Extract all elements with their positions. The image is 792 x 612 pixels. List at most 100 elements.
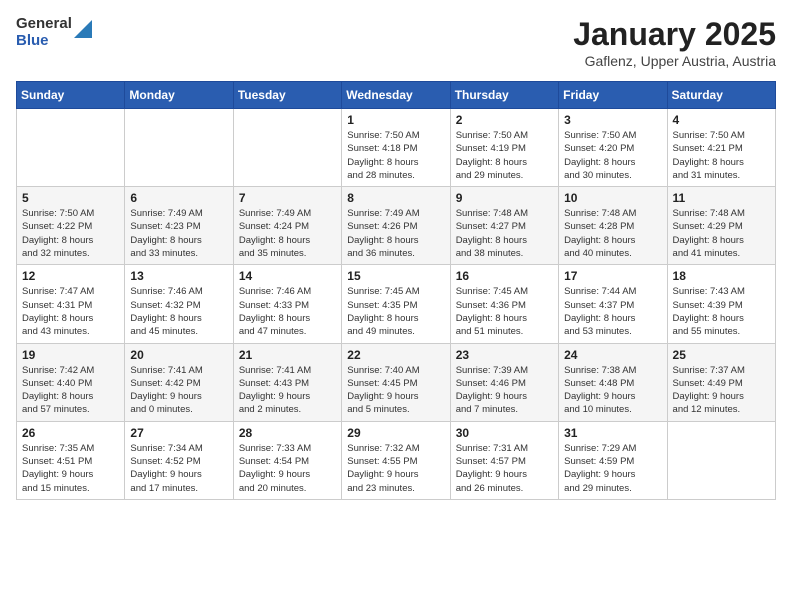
day-number: 30 [456,426,553,440]
day-number: 18 [673,269,770,283]
calendar-cell: 2 Sunrise: 7:50 AM Sunset: 4:19 PM Daylig… [450,109,558,187]
day-number: 6 [130,191,227,205]
day-number: 15 [347,269,444,283]
calendar-cell: 27Sunrise: 7:34 AM Sunset: 4:52 PM Dayli… [125,421,233,499]
day-number: 5 [22,191,119,205]
day-number: 14 [239,269,336,283]
calendar-cell: 26 Sunrise: 7:35 AM Sunset: 4:51 PM Dayli… [17,421,125,499]
day-number: 9 [456,191,553,205]
calendar-cell: 29Sunrise: 7:32 AM Sunset: 4:55 PM Dayli… [342,421,450,499]
calendar-cell [233,109,341,187]
day-number: 10 [564,191,661,205]
day-info: Sunrise: 7:48 AM Sunset: 4:29 PM Dayligh… [673,207,770,260]
calendar-header-row: SundayMondayTuesdayWednesdayThursdayFrid… [17,82,776,109]
day-number: 12 [22,269,119,283]
calendar-cell: 22 Sunrise: 7:40 AM Sunset: 4:45 PM Dayli… [342,343,450,421]
page-subtitle: Gaflenz, Upper Austria, Austria [573,53,776,69]
logo-blue: Blue [16,33,72,50]
day-number: 26 [22,426,119,440]
day-info: Sunrise: 7:46 AM Sunset: 4:32 PM Dayligh… [130,285,227,338]
calendar-cell: 1Sunrise: 7:50 AM Sunset: 4:18 PM Daylig… [342,109,450,187]
day-info: Sunrise: 7:37 AM Sunset: 4:49 PM Dayligh… [673,364,770,417]
day-number: 28 [239,426,336,440]
day-header-monday: Monday [125,82,233,109]
day-header-sunday: Sunday [17,82,125,109]
logo-general: General [16,16,72,33]
calendar-cell: 21 Sunrise: 7:41 AM Sunset: 4:43 PM Dayli… [233,343,341,421]
day-number: 11 [673,191,770,205]
calendar-cell: 14 Sunrise: 7:46 AM Sunset: 4:33 PM Dayli… [233,265,341,343]
day-number: 23 [456,348,553,362]
calendar-cell: 30Sunrise: 7:31 AM Sunset: 4:57 PM Dayli… [450,421,558,499]
day-info: Sunrise: 7:45 AM Sunset: 4:36 PM Dayligh… [456,285,553,338]
calendar-week-5: 26 Sunrise: 7:35 AM Sunset: 4:51 PM Dayli… [17,421,776,499]
calendar-cell: 31 Sunrise: 7:29 AM Sunset: 4:59 PM Dayli… [559,421,667,499]
calendar-cell: 4 Sunrise: 7:50 AM Sunset: 4:21 PM Daylig… [667,109,775,187]
day-number: 1 [347,113,444,127]
calendar-week-1: 1Sunrise: 7:50 AM Sunset: 4:18 PM Daylig… [17,109,776,187]
day-info: Sunrise: 7:49 AM Sunset: 4:26 PM Dayligh… [347,207,444,260]
calendar-cell [17,109,125,187]
day-number: 25 [673,348,770,362]
day-info: Sunrise: 7:41 AM Sunset: 4:42 PM Dayligh… [130,364,227,417]
day-number: 19 [22,348,119,362]
day-info: Sunrise: 7:33 AM Sunset: 4:54 PM Dayligh… [239,442,336,495]
day-info: Sunrise: 7:46 AM Sunset: 4:33 PM Dayligh… [239,285,336,338]
calendar-cell: 12 Sunrise: 7:47 AM Sunset: 4:31 PM Dayli… [17,265,125,343]
day-info: Sunrise: 7:44 AM Sunset: 4:37 PM Dayligh… [564,285,661,338]
day-info: Sunrise: 7:41 AM Sunset: 4:43 PM Dayligh… [239,364,336,417]
day-header-friday: Friday [559,82,667,109]
calendar-cell [125,109,233,187]
day-info: Sunrise: 7:47 AM Sunset: 4:31 PM Dayligh… [22,285,119,338]
calendar-cell: 28 Sunrise: 7:33 AM Sunset: 4:54 PM Dayli… [233,421,341,499]
day-header-thursday: Thursday [450,82,558,109]
day-number: 4 [673,113,770,127]
day-info: Sunrise: 7:34 AM Sunset: 4:52 PM Dayligh… [130,442,227,495]
day-info: Sunrise: 7:48 AM Sunset: 4:27 PM Dayligh… [456,207,553,260]
calendar-week-3: 12 Sunrise: 7:47 AM Sunset: 4:31 PM Dayli… [17,265,776,343]
calendar-table: SundayMondayTuesdayWednesdayThursdayFrid… [16,81,776,500]
day-number: 2 [456,113,553,127]
day-info: Sunrise: 7:42 AM Sunset: 4:40 PM Dayligh… [22,364,119,417]
day-header-saturday: Saturday [667,82,775,109]
calendar-cell: 9 Sunrise: 7:48 AM Sunset: 4:27 PM Daylig… [450,187,558,265]
day-number: 13 [130,269,227,283]
day-info: Sunrise: 7:49 AM Sunset: 4:24 PM Dayligh… [239,207,336,260]
calendar-cell: 23Sunrise: 7:39 AM Sunset: 4:46 PM Dayli… [450,343,558,421]
day-info: Sunrise: 7:50 AM Sunset: 4:19 PM Dayligh… [456,129,553,182]
day-info: Sunrise: 7:43 AM Sunset: 4:39 PM Dayligh… [673,285,770,338]
calendar-cell: 25 Sunrise: 7:37 AM Sunset: 4:49 PM Dayli… [667,343,775,421]
day-number: 29 [347,426,444,440]
logo-text: General Blue [16,16,72,49]
day-info: Sunrise: 7:50 AM Sunset: 4:20 PM Dayligh… [564,129,661,182]
day-header-tuesday: Tuesday [233,82,341,109]
day-number: 7 [239,191,336,205]
day-info: Sunrise: 7:50 AM Sunset: 4:21 PM Dayligh… [673,129,770,182]
logo: General Blue [16,16,92,49]
day-number: 16 [456,269,553,283]
calendar-cell: 19 Sunrise: 7:42 AM Sunset: 4:40 PM Dayli… [17,343,125,421]
page-title: January 2025 [573,16,776,53]
calendar-cell: 7 Sunrise: 7:49 AM Sunset: 4:24 PM Daylig… [233,187,341,265]
day-number: 22 [347,348,444,362]
day-info: Sunrise: 7:38 AM Sunset: 4:48 PM Dayligh… [564,364,661,417]
day-number: 21 [239,348,336,362]
day-number: 8 [347,191,444,205]
calendar-cell: 11 Sunrise: 7:48 AM Sunset: 4:29 PM Dayli… [667,187,775,265]
calendar-cell: 24Sunrise: 7:38 AM Sunset: 4:48 PM Dayli… [559,343,667,421]
day-number: 20 [130,348,227,362]
calendar-cell: 10Sunrise: 7:48 AM Sunset: 4:28 PM Dayli… [559,187,667,265]
calendar-cell: 18 Sunrise: 7:43 AM Sunset: 4:39 PM Dayli… [667,265,775,343]
calendar-week-4: 19 Sunrise: 7:42 AM Sunset: 4:40 PM Dayli… [17,343,776,421]
calendar-cell: 3Sunrise: 7:50 AM Sunset: 4:20 PM Daylig… [559,109,667,187]
calendar-cell: 17 Sunrise: 7:44 AM Sunset: 4:37 PM Dayli… [559,265,667,343]
calendar-cell: 13 Sunrise: 7:46 AM Sunset: 4:32 PM Dayli… [125,265,233,343]
day-info: Sunrise: 7:29 AM Sunset: 4:59 PM Dayligh… [564,442,661,495]
calendar-cell: 16 Sunrise: 7:45 AM Sunset: 4:36 PM Dayli… [450,265,558,343]
day-info: Sunrise: 7:40 AM Sunset: 4:45 PM Dayligh… [347,364,444,417]
day-number: 31 [564,426,661,440]
day-number: 17 [564,269,661,283]
calendar-cell [667,421,775,499]
calendar-week-2: 5Sunrise: 7:50 AM Sunset: 4:22 PM Daylig… [17,187,776,265]
day-info: Sunrise: 7:35 AM Sunset: 4:51 PM Dayligh… [22,442,119,495]
